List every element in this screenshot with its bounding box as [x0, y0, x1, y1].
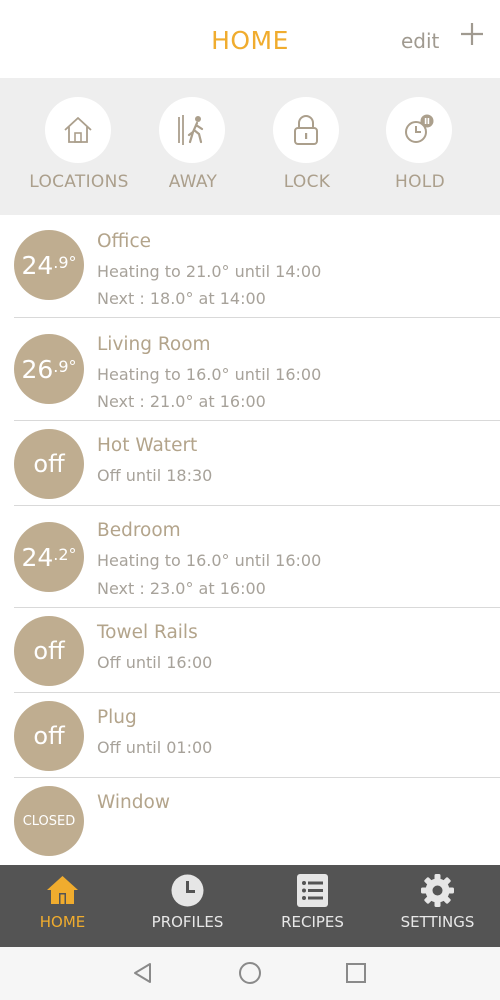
away-button[interactable]: AWAY: [136, 78, 250, 215]
zone-name: Office: [97, 231, 152, 252]
off-label: off: [33, 722, 65, 750]
tab-profiles-label: PROFILES: [151, 913, 224, 931]
hold-label: HOLD: [395, 172, 445, 192]
zone-name: Window: [97, 792, 170, 813]
temperature-decimal: .9°: [53, 252, 77, 272]
zone-name: Bedroom: [97, 520, 181, 541]
house-icon: [47, 876, 78, 904]
zone-list: 24.9° Office Heating to 21.0° until 14:0…: [0, 215, 500, 865]
recents-square-icon[interactable]: [344, 961, 368, 985]
away-icon-circle: [159, 97, 225, 163]
zone-status: Heating to 21.0° until 14:00: [97, 262, 322, 281]
temperature-badge: 24.2°: [14, 522, 84, 592]
bottom-tab-bar: HOME PROFILES RECIPES SETTINGS: [0, 865, 500, 947]
quick-actions-bar: LOCATIONS AWAY LOCK HOLD: [0, 78, 500, 215]
off-label: off: [33, 450, 65, 478]
away-label: AWAY: [168, 172, 218, 192]
temperature-value: 26: [21, 354, 54, 384]
tab-settings-label: SETTINGS: [400, 913, 475, 931]
off-badge: off: [14, 701, 84, 771]
zone-status: Off until 18:30: [97, 466, 213, 485]
off-badge: off: [14, 429, 84, 499]
off-label: off: [33, 637, 65, 665]
zone-row-hot-water[interactable]: off Hot Watert Off until 18:30: [0, 421, 500, 506]
zone-row-towel-rails[interactable]: off Towel Rails Off until 16:00: [0, 608, 500, 693]
closed-badge: CLOSED: [14, 786, 84, 856]
lock-label: LOCK: [283, 172, 331, 192]
back-triangle-icon[interactable]: [131, 961, 155, 985]
off-badge: off: [14, 616, 84, 686]
padlock-icon: [294, 115, 318, 145]
zone-next: Next : 18.0° at 14:00: [97, 289, 266, 308]
clock-pause-icon: [405, 114, 434, 143]
locations-icon-circle: [45, 97, 111, 163]
locations-label: LOCATIONS: [29, 172, 129, 192]
lock-icon-circle: [273, 97, 339, 163]
zone-name: Plug: [97, 707, 137, 728]
lock-button[interactable]: LOCK: [250, 78, 364, 215]
temperature-value: 24: [21, 250, 54, 280]
home-circle-icon[interactable]: [238, 961, 262, 985]
hold-icon-circle: [386, 97, 452, 163]
zone-status: Heating to 16.0° until 16:00: [97, 551, 322, 570]
clock-icon: [171, 874, 204, 907]
locations-button[interactable]: LOCATIONS: [22, 78, 136, 215]
tab-home[interactable]: HOME: [0, 865, 125, 947]
edit-button[interactable]: edit: [401, 29, 439, 53]
hold-button[interactable]: HOLD: [363, 78, 477, 215]
app-header: HOME edit: [0, 0, 500, 78]
plus-icon[interactable]: [458, 20, 486, 48]
temperature-decimal: .2°: [53, 544, 77, 564]
zone-name: Living Room: [97, 334, 211, 355]
zone-next: Next : 23.0° at 16:00: [97, 579, 266, 598]
zone-row-window[interactable]: CLOSED Window: [0, 778, 500, 865]
tab-home-label: HOME: [39, 913, 86, 931]
tab-recipes-label: RECIPES: [281, 913, 344, 931]
temperature-value: 24: [21, 542, 54, 572]
zone-row-office[interactable]: 24.9° Office Heating to 21.0° until 14:0…: [0, 215, 500, 318]
list-icon: [297, 874, 328, 907]
walking-person-icon: [178, 115, 204, 145]
closed-label: CLOSED: [22, 813, 76, 829]
zone-status: Off until 01:00: [97, 738, 213, 757]
zone-status: Off until 16:00: [97, 653, 213, 672]
zone-next: Next : 21.0° at 16:00: [97, 392, 266, 411]
temperature-badge: 24.9°: [14, 230, 84, 300]
zone-name: Hot Watert: [97, 435, 198, 456]
tab-profiles[interactable]: PROFILES: [125, 865, 250, 947]
zone-row-bedroom[interactable]: 24.2° Bedroom Heating to 16.0° until 16:…: [0, 506, 500, 608]
zone-row-plug[interactable]: off Plug Off until 01:00: [0, 693, 500, 778]
tab-recipes[interactable]: RECIPES: [250, 865, 375, 947]
gear-icon: [421, 874, 454, 907]
temperature-decimal: .9°: [53, 356, 77, 376]
tab-settings[interactable]: SETTINGS: [375, 865, 500, 947]
house-icon: [64, 117, 92, 143]
zone-row-living-room[interactable]: 26.9° Living Room Heating to 16.0° until…: [0, 318, 500, 421]
zone-status: Heating to 16.0° until 16:00: [97, 365, 322, 384]
zone-name: Towel Rails: [97, 622, 198, 643]
temperature-badge: 26.9°: [14, 334, 84, 404]
system-nav-bar: [0, 947, 500, 1000]
